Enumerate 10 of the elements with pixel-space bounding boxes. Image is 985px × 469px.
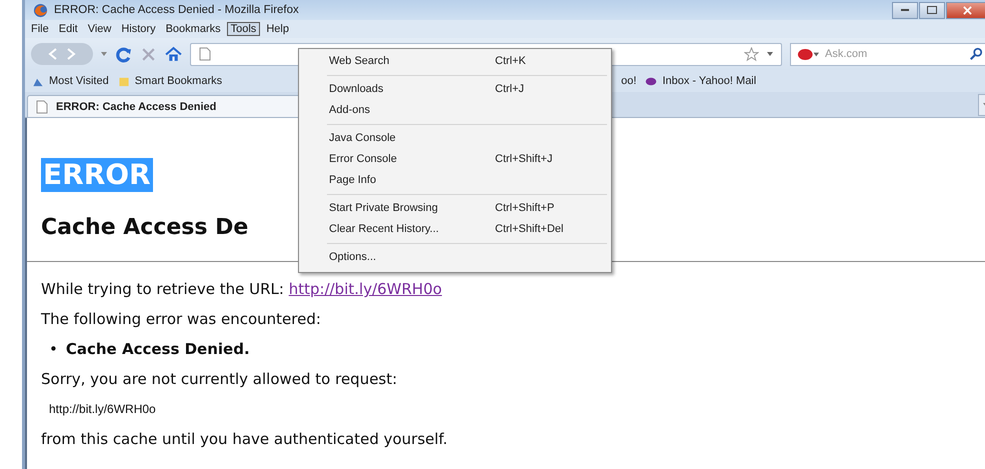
error-title: Cache Access De bbox=[41, 214, 248, 241]
retrieve-url-text: While trying to retrieve the URL: http://bit.ly/6WRH0o bbox=[41, 280, 443, 298]
error-heading: ERROR bbox=[41, 158, 153, 192]
error-intro-text: The following error was encountered: bbox=[41, 310, 322, 328]
not-allowed-text: Sorry, you are not currently allowed to request: bbox=[41, 370, 398, 388]
error-bullet-text: Cache Access Denied. bbox=[66, 340, 250, 358]
authenticate-text: from this cache until you have authenticated yourself. bbox=[41, 430, 449, 448]
window-title: ERROR: Cache Access Denied - Mozilla Firefox bbox=[54, 4, 300, 16]
requested-url-text: http://bit.ly/6WRH0o bbox=[48, 401, 157, 418]
bullet-mark: • bbox=[49, 340, 58, 358]
